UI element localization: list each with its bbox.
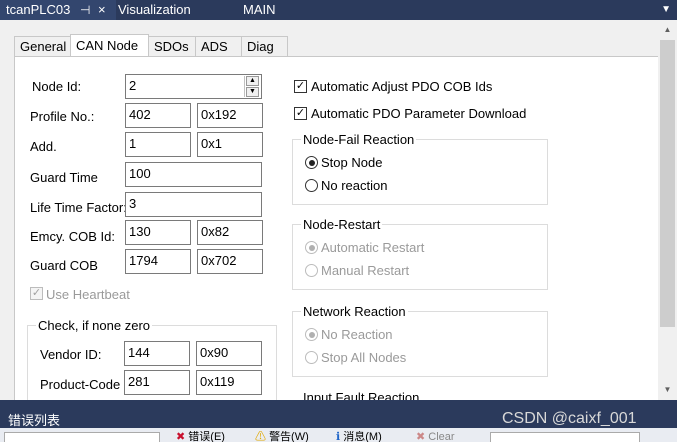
guard-time-label: Guard Time xyxy=(30,170,98,185)
network-reaction-group xyxy=(292,311,548,377)
node-id-value: 2 xyxy=(129,78,137,93)
add-label: Add. xyxy=(30,139,57,154)
product-code-label: Product-Code xyxy=(40,377,121,392)
can-node-panel: Node Id: 2 ▲ ▼ Profile No.: 402 0x192 Ad… xyxy=(14,56,658,405)
guard-time-input[interactable]: 100 xyxy=(125,162,262,187)
errors-filter-label: 错误(E) xyxy=(188,431,225,442)
manual-restart-label: Manual Restart xyxy=(321,263,410,278)
doc-tab-visualization[interactable]: Visualization xyxy=(118,0,191,20)
add-input[interactable]: 1 xyxy=(125,132,191,157)
clear-button[interactable]: ✖ Clear xyxy=(416,431,455,442)
pin-icon[interactable]: ⊣ xyxy=(80,0,90,20)
product-code-hex-input[interactable]: 0x119 xyxy=(196,370,262,395)
no-reaction-radio[interactable] xyxy=(305,179,318,192)
auto-adjust-pdo-label: Automatic Adjust PDO COB Ids xyxy=(311,79,493,94)
stop-node-label: Stop Node xyxy=(321,155,383,170)
clear-icon: ✖ xyxy=(416,431,426,442)
network-reaction-title: Network Reaction xyxy=(301,304,408,319)
add-hex-input[interactable]: 0x1 xyxy=(197,132,263,157)
spin-up-icon[interactable]: ▲ xyxy=(246,76,259,86)
tab-can-node[interactable]: CAN Node xyxy=(70,34,149,56)
clear-label: Clear xyxy=(428,431,455,442)
tab-general[interactable]: General xyxy=(14,36,71,56)
stop-all-nodes-radio[interactable] xyxy=(305,351,318,364)
no-reaction-label: No reaction xyxy=(321,178,388,193)
guard-cob-input[interactable]: 1794 xyxy=(125,249,191,274)
stop-all-nodes-label: Stop All Nodes xyxy=(321,350,407,365)
stop-node-radio[interactable] xyxy=(305,156,318,169)
node-id-spinbox[interactable]: 2 xyxy=(125,74,262,99)
auto-pdo-download-label: Automatic PDO Parameter Download xyxy=(311,106,527,121)
life-time-factor-input[interactable]: 3 xyxy=(125,192,262,217)
node-id-spinner: ▲ ▼ xyxy=(244,76,260,97)
error-filter-combo[interactable] xyxy=(490,432,640,442)
guard-cob-hex-input[interactable]: 0x702 xyxy=(197,249,263,274)
profile-no-label: Profile No.: xyxy=(30,109,95,124)
warning-icon: ⚠ xyxy=(255,431,266,442)
automatic-restart-label: Automatic Restart xyxy=(321,240,425,255)
use-heartbeat-checkbox[interactable]: ✓ xyxy=(30,287,43,300)
node-fail-reaction-title: Node-Fail Reaction xyxy=(301,132,417,147)
doc-tab-main[interactable]: MAIN xyxy=(243,0,276,20)
vertical-scrollbar[interactable]: ▲ ▼ xyxy=(658,20,677,400)
scroll-down-icon[interactable]: ▼ xyxy=(658,382,677,398)
profile-no-hex-input[interactable]: 0x192 xyxy=(197,103,263,128)
messages-filter-label: 消息(M) xyxy=(343,431,382,442)
scroll-up-icon[interactable]: ▲ xyxy=(658,22,677,38)
automatic-restart-radio[interactable] xyxy=(305,241,318,254)
vendor-id-label: Vendor ID: xyxy=(40,347,102,362)
error-list-toolbar: ✖ 错误(E) ⚠ 警告(W) ℹ 消息(M) ✖ Clear xyxy=(0,428,677,442)
watermark-text: CSDN @caixf_001 xyxy=(502,410,637,427)
tab-diag[interactable]: Diag xyxy=(241,36,288,56)
check-none-zero-title: Check, if none zero xyxy=(36,318,153,333)
node-fail-reaction-group xyxy=(292,139,548,205)
auto-adjust-pdo-checkbox[interactable]: ✓ xyxy=(294,80,307,93)
errors-filter-button[interactable]: ✖ 错误(E) xyxy=(176,431,225,442)
node-restart-title: Node-Restart xyxy=(301,217,383,232)
guard-cob-label: Guard COB xyxy=(30,258,98,273)
vendor-id-hex-input[interactable]: 0x90 xyxy=(196,341,262,366)
no-reaction-network-label: No Reaction xyxy=(321,327,393,342)
node-id-label: Node Id: xyxy=(32,79,82,94)
editor-content: General CAN Node SDOs ADS Diag Node Id: … xyxy=(0,20,658,405)
emcy-cob-id-hex-input[interactable]: 0x82 xyxy=(197,220,263,245)
vendor-id-input[interactable]: 144 xyxy=(124,341,190,366)
node-restart-group xyxy=(292,224,548,290)
info-icon: ℹ xyxy=(336,431,341,442)
error-icon: ✖ xyxy=(176,431,186,442)
product-code-input[interactable]: 281 xyxy=(124,370,190,395)
spin-down-icon[interactable]: ▼ xyxy=(246,87,259,97)
tab-ads[interactable]: ADS xyxy=(195,36,242,56)
tab-list-dropdown-icon[interactable]: ▼ xyxy=(661,0,671,20)
use-heartbeat-label: Use Heartbeat xyxy=(46,287,130,302)
manual-restart-radio[interactable] xyxy=(305,264,318,277)
life-time-factor-label: Life Time Factor: xyxy=(30,200,127,215)
auto-pdo-download-checkbox[interactable]: ✓ xyxy=(294,107,307,120)
doc-tab-tcanplc03-label: tcanPLC03 xyxy=(6,2,71,17)
input-fault-reaction-title: Input Fault Reaction xyxy=(301,391,422,400)
scrollbar-thumb[interactable] xyxy=(660,40,675,327)
close-icon[interactable]: × xyxy=(98,0,106,20)
warnings-filter-button[interactable]: ⚠ 警告(W) xyxy=(255,431,309,442)
no-reaction-network-radio[interactable] xyxy=(305,328,318,341)
emcy-cob-id-label: Emcy. COB Id: xyxy=(30,229,115,244)
messages-filter-button[interactable]: ℹ 消息(M) xyxy=(336,431,382,442)
emcy-cob-id-input[interactable]: 130 xyxy=(125,220,191,245)
error-list-title: 错误列表 xyxy=(8,413,61,428)
document-tab-bar: tcanPLC03 ⊣ × Visualization MAIN ▼ xyxy=(0,0,677,20)
warnings-filter-label: 警告(W) xyxy=(269,431,309,442)
error-scope-combo[interactable] xyxy=(4,432,160,442)
profile-no-input[interactable]: 402 xyxy=(125,103,191,128)
tab-sdos[interactable]: SDOs xyxy=(148,36,196,56)
